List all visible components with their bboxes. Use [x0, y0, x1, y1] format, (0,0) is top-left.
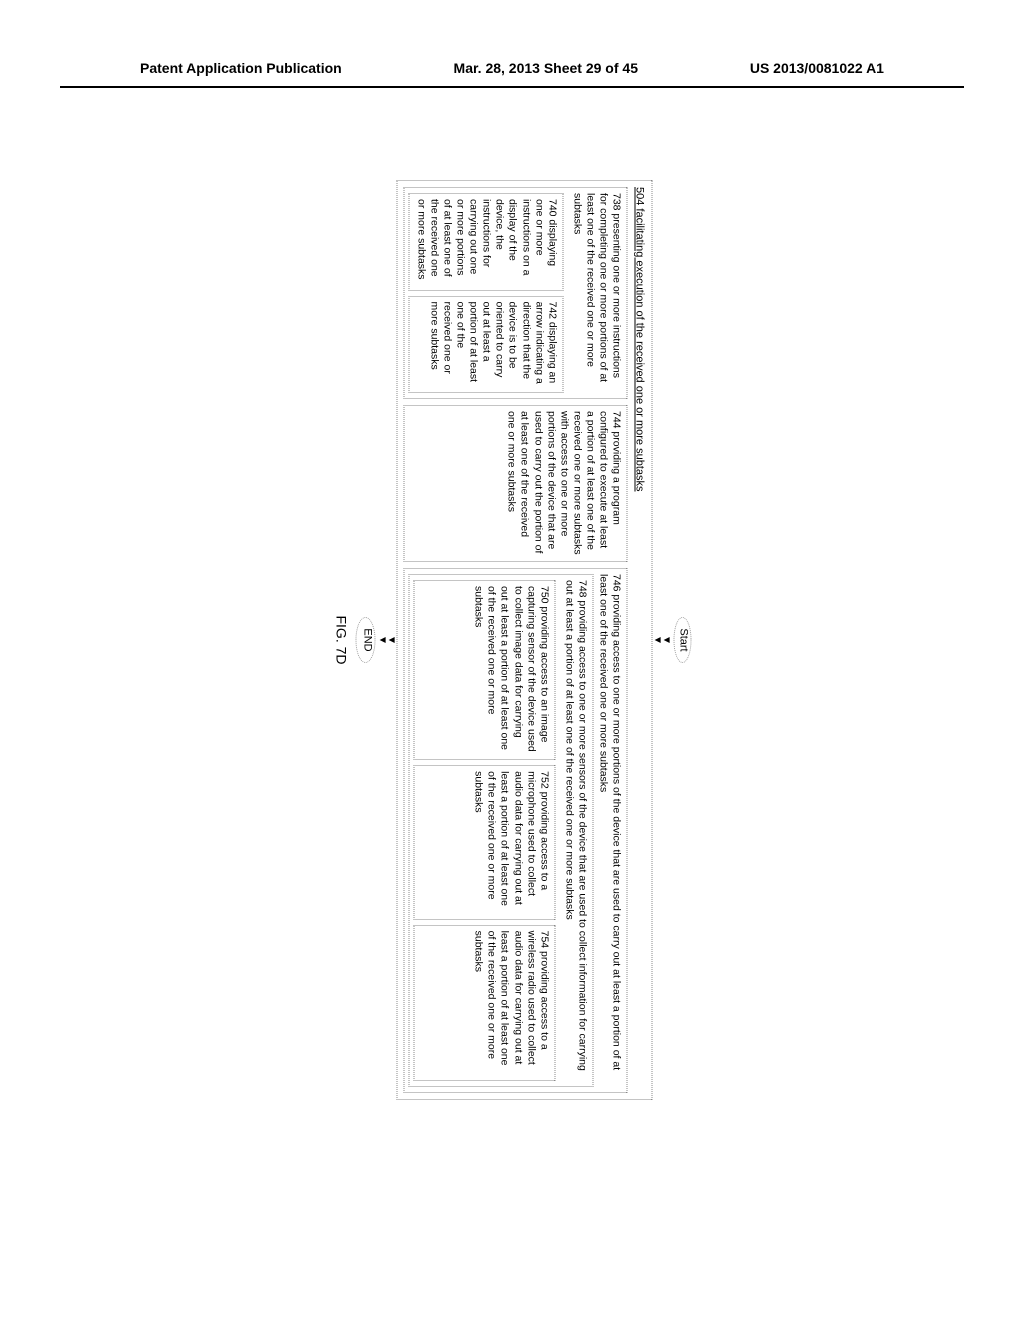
- box-748: 748 providing access to one or more sens…: [409, 574, 594, 1087]
- diagram-rotated-wrapper: Start ▾ ▾ 504 facilitating execution of …: [333, 180, 692, 1100]
- figure-label: FIG. 7D: [333, 180, 351, 1100]
- flowchart: Start ▾ ▾ 504 facilitating execution of …: [333, 180, 692, 1100]
- header-center: Mar. 28, 2013 Sheet 29 of 45: [454, 60, 638, 76]
- end-node: END: [356, 617, 376, 662]
- box-750: 750 providing access to an image capturi…: [414, 580, 555, 760]
- box-504-text: 504 facilitating execution of the receiv…: [634, 187, 646, 492]
- end-area: ▾ ▾ END: [356, 180, 397, 1100]
- box-748-text: 748 providing access to one or more sens…: [562, 580, 588, 1081]
- arrow-down-icon: ▾: [653, 180, 663, 1100]
- main-row: 738 presenting one or more instructions …: [404, 187, 628, 1093]
- box-754: 754 providing access to a wireless radio…: [414, 925, 555, 1081]
- box-738-children: 740 displaying one or more instructions …: [409, 193, 563, 393]
- page-header: Patent Application Publication Mar. 28, …: [60, 0, 964, 88]
- box-744: 744 providing a program configured to ex…: [404, 405, 628, 562]
- box-752: 752 providing access to a microphone use…: [414, 765, 555, 919]
- box-738: 738 presenting one or more instructions …: [404, 187, 628, 399]
- box-742: 742 displaying an arrow indicating a dir…: [409, 296, 563, 394]
- box-738-text: 738 presenting one or more instructions …: [570, 193, 623, 393]
- box-504: 504 facilitating execution of the receiv…: [397, 180, 653, 1100]
- box-504-title: 504 facilitating execution of the receiv…: [632, 187, 646, 1093]
- box-746: 746 providing access to one or more port…: [404, 568, 628, 1093]
- box-740: 740 displaying one or more instructions …: [409, 193, 563, 291]
- header-right: US 2013/0081022 A1: [750, 60, 884, 76]
- start-node: Start: [674, 617, 692, 662]
- start-area: Start ▾ ▾: [653, 180, 692, 1100]
- arrow-down-icon: ▾: [378, 180, 388, 1100]
- box-748-children: 750 providing access to an image capturi…: [414, 580, 555, 1081]
- box-746-text: 746 providing access to one or more port…: [597, 574, 623, 1087]
- header-left: Patent Application Publication: [140, 60, 342, 76]
